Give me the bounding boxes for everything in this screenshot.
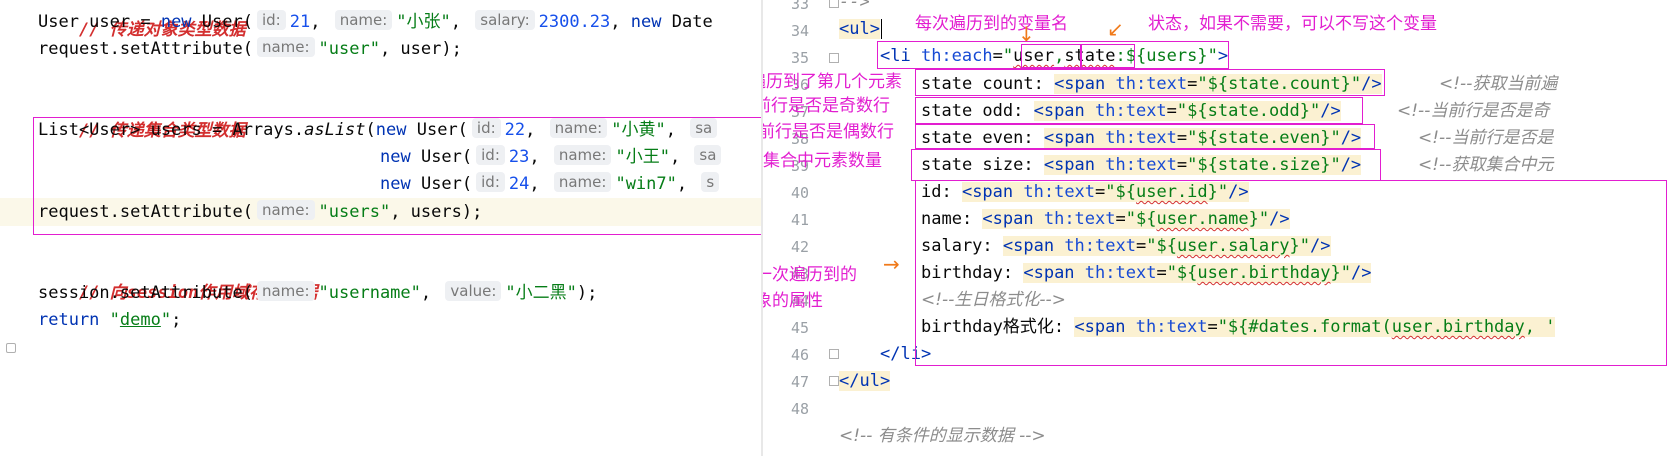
code-comment-size: <!--获取集合中元 bbox=[1418, 155, 1554, 175]
code-line-44: <!--生日格式化--> bbox=[921, 290, 1066, 310]
param-hint-id: id: bbox=[256, 10, 286, 30]
code-line-33: --> bbox=[839, 0, 870, 12]
param-hint-salary: salary: bbox=[475, 10, 535, 30]
code-line-45: birthday格式化: <span th:text="${#dates.for… bbox=[921, 317, 1556, 337]
code-line-38: state even: <span th:text="${state.even}… bbox=[921, 128, 1362, 148]
code-line-46: </li> bbox=[880, 344, 932, 364]
param-hint-name: name: bbox=[549, 118, 608, 138]
left-gutter bbox=[0, 0, 18, 456]
code-line-user-decl: User user = new User(id: 21, name: "小张", s… bbox=[38, 10, 713, 32]
annotation-odd: 当前行是否是奇数行 bbox=[763, 96, 890, 116]
fold-marker[interactable] bbox=[829, 0, 839, 8]
param-hint-name: name: bbox=[334, 10, 393, 30]
param-hint-name: name: bbox=[256, 37, 315, 57]
param-hint-id: id: bbox=[476, 172, 505, 192]
annotation-state: 状态，如果不需要，可以不写这个变量 bbox=[1148, 14, 1437, 34]
param-hint-name: name: bbox=[553, 172, 612, 192]
arrow-right-icon: → bbox=[883, 252, 900, 276]
each-var-user: user bbox=[1013, 46, 1055, 66]
code-comment-odd: <!--当前行是否是奇 bbox=[1397, 101, 1550, 121]
code-line-36: state count: <span th:text="${state.coun… bbox=[921, 74, 1382, 94]
fold-marker[interactable] bbox=[829, 376, 839, 386]
html-editor-pane[interactable]: 33 34 35 36 37 38 39 40 41 42 43 44 45 4… bbox=[763, 0, 1667, 456]
annotation-size: 集合中元素数量 bbox=[763, 151, 882, 171]
annotation-attr-1: 每一次遍历到的 bbox=[763, 265, 857, 285]
code-line-user-24: new User(id: 24, name: "win7", s bbox=[380, 170, 723, 198]
param-hint-id: id: bbox=[471, 118, 501, 138]
code-line-40: id: <span th:text="${user.id}"/> bbox=[921, 182, 1249, 202]
code-line-35: <li th:each="user,state:${users}"> bbox=[880, 46, 1229, 66]
fold-marker[interactable] bbox=[6, 343, 16, 353]
annotation-attr-2: 对象的属性 bbox=[763, 291, 823, 311]
code-line-49: <!-- 有条件的显示数据 --> bbox=[839, 426, 1046, 446]
code-line-43: birthday: <span th:text="${user.birthday… bbox=[921, 263, 1372, 283]
param-hint-id: id: bbox=[476, 145, 505, 165]
code-line-34: <ul> bbox=[839, 15, 882, 43]
code-line-header-collection: // 传递集合类型数据 bbox=[38, 89, 246, 141]
annotation-var-name: 每次遍历到的变量名 bbox=[915, 14, 1068, 34]
code-line-list-decl: List<User> users = Arrays.asList(new Use… bbox=[38, 116, 721, 144]
code-line-header-session: // 向session作用域存储数据 bbox=[38, 251, 317, 303]
arrow-down-icon: ↓ bbox=[1018, 22, 1035, 46]
java-editor-pane[interactable]: // 传递对象类型数据 User user = new User(id: 21, … bbox=[0, 0, 763, 456]
code-line-41: name: <span th:text="${user.name}"/> bbox=[921, 209, 1290, 229]
code-line-39: state size: <span th:text="${state.size}… bbox=[921, 155, 1362, 175]
param-hint-value: value: bbox=[445, 281, 502, 301]
annotation-even: 当前行是否是偶数行 bbox=[763, 122, 894, 142]
code-line-42: salary: <span th:text="${user.salary}"/> bbox=[921, 236, 1331, 256]
ul-open-tag: <ul> bbox=[839, 19, 880, 39]
param-hint-name: name: bbox=[256, 200, 315, 220]
fold-marker[interactable] bbox=[829, 53, 839, 63]
param-hint-name: name: bbox=[553, 145, 612, 165]
annotation-count: 当前遍历到了第几个元素 bbox=[763, 72, 902, 92]
param-hint-name: name: bbox=[256, 281, 315, 301]
code-line-47: </ul> bbox=[839, 371, 891, 391]
arrow-down-left-icon: ↙ bbox=[1107, 17, 1124, 41]
code-line-session-set: session.setAttribute(name: "username", va… bbox=[38, 281, 598, 303]
code-line-return: return "demo"; bbox=[38, 310, 182, 330]
code-line-set-user: request.setAttribute(name: "user", user); bbox=[38, 37, 462, 59]
fold-marker[interactable] bbox=[829, 349, 839, 359]
code-comment-count: <!--获取当前遍 bbox=[1439, 74, 1558, 94]
code-line-set-users: request.setAttribute(name: "users", users… bbox=[38, 200, 483, 222]
code-line-37: state odd: <span th:text="${state.odd}"/… bbox=[921, 101, 1341, 121]
each-var-state: state bbox=[1064, 46, 1116, 66]
code-comment-even: <!--当前行是否是 bbox=[1418, 128, 1554, 148]
code-line-user-23: new User(id: 23, name: "小王", sa bbox=[380, 143, 725, 171]
